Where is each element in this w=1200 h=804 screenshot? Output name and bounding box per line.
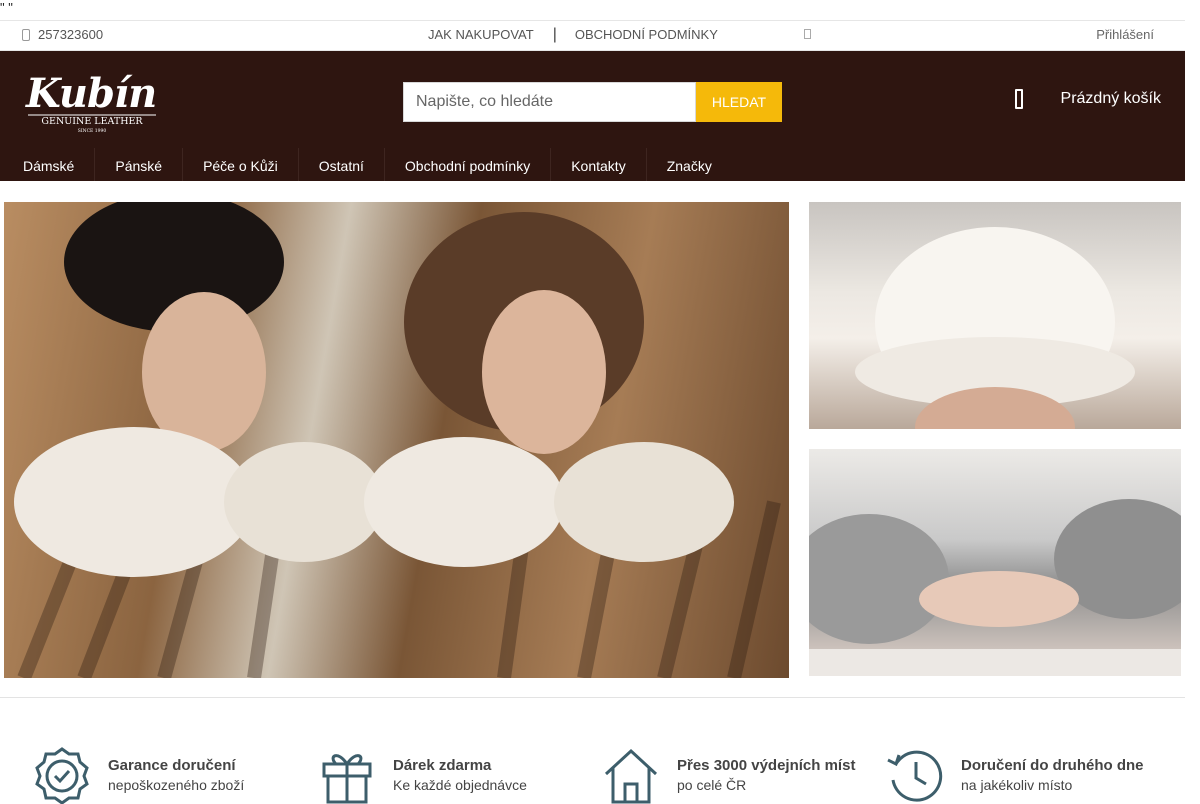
- badge-check-icon: [35, 747, 89, 804]
- gift-icon: [322, 754, 372, 804]
- phone-number: 257323600: [38, 27, 104, 42]
- feature-title: Dárek zdarma: [393, 757, 492, 774]
- nav-item-pece-o-kuzi[interactable]: Péče o Kůži: [183, 148, 299, 181]
- nav-item-ostatni[interactable]: Ostatní: [299, 148, 385, 181]
- feature-subtitle: Ke každé objednávce: [393, 777, 527, 793]
- search-form: Hledat: [403, 82, 782, 122]
- brand-logo[interactable]: Kubín GENUINE LEATHER SINCE 1990: [22, 65, 162, 135]
- feature-title: Doručení do druhého dne: [961, 757, 1144, 774]
- feature-subtitle: po celé ČR: [677, 777, 747, 793]
- phone-contact[interactable]: 257323600: [22, 27, 103, 42]
- fur-cuffs-image: [809, 499, 1181, 676]
- nav-item-kontakty[interactable]: Kontakty: [551, 148, 647, 181]
- main-nav: Dámské Pánské Péče o Kůži Ostatní Obchod…: [3, 148, 732, 181]
- banner-fur-hat[interactable]: [809, 202, 1181, 429]
- features-strip: Garance doručení nepoškozeného zboží Dár…: [0, 746, 1185, 804]
- link-obchodni-podminky[interactable]: Obchodní podmínky: [575, 27, 718, 42]
- home-icon: [604, 748, 658, 804]
- stray-text: " ": [0, 0, 13, 15]
- nav-item-damske[interactable]: Dámské: [3, 148, 96, 181]
- fur-hat-image: [855, 227, 1135, 429]
- feature-subtitle: nepoškozeného zboží: [108, 777, 245, 793]
- nav-item-obchodni-podminky[interactable]: Obchodní podmínky: [385, 148, 552, 181]
- login-link[interactable]: Přihlášení: [1096, 27, 1154, 42]
- fur-coats-image: [14, 202, 781, 678]
- feature-next-day-delivery: Doručení do druhého dne na jakékoliv mís…: [886, 746, 1144, 804]
- svg-text:Kubín: Kubín: [25, 70, 156, 117]
- feature-free-gift: Dárek zdarma Ke každé objednávce: [318, 746, 527, 804]
- search-button[interactable]: Hledat: [696, 82, 782, 122]
- top-bar: 257323600 Jak nakupovat | Obchodní podmí…: [0, 20, 1185, 51]
- cart-icon: [1014, 89, 1023, 109]
- feature-delivery-guarantee: Garance doručení nepoškozeného zboží: [33, 746, 244, 804]
- banner-section: [0, 181, 1185, 698]
- phone-icon: [22, 28, 30, 41]
- site-header: Kubín GENUINE LEATHER SINCE 1990 Hledat …: [0, 51, 1185, 181]
- kubin-logo-icon: Kubín GENUINE LEATHER SINCE 1990: [25, 70, 157, 134]
- nav-item-panske[interactable]: Pánské: [95, 148, 184, 181]
- more-links-icon[interactable]: [804, 29, 811, 39]
- svg-text:SINCE 1990: SINCE 1990: [78, 128, 107, 134]
- feature-pickup-points: Přes 3000 výdejních míst po celé ČR: [602, 746, 855, 804]
- hero-banner-fur-coats[interactable]: [4, 202, 789, 678]
- clock-history-icon: [887, 750, 943, 802]
- nav-item-znacky[interactable]: Značky: [647, 148, 732, 181]
- feature-title: Přes 3000 výdejních míst: [677, 757, 856, 774]
- feature-title: Garance doručení: [108, 757, 236, 774]
- banner-fur-cuffs[interactable]: [809, 449, 1181, 676]
- search-input[interactable]: [403, 82, 696, 122]
- feature-subtitle: na jakékoliv místo: [961, 777, 1073, 793]
- cart-label: Prázdný košík: [1060, 90, 1161, 107]
- top-links: Jak nakupovat | Obchodní podmínky: [428, 25, 718, 43]
- link-separator: |: [552, 25, 557, 43]
- link-jak-nakupovat[interactable]: Jak nakupovat: [428, 27, 534, 42]
- svg-text:GENUINE LEATHER: GENUINE LEATHER: [41, 116, 143, 127]
- cart-button[interactable]: Prázdný košík: [1014, 89, 1161, 109]
